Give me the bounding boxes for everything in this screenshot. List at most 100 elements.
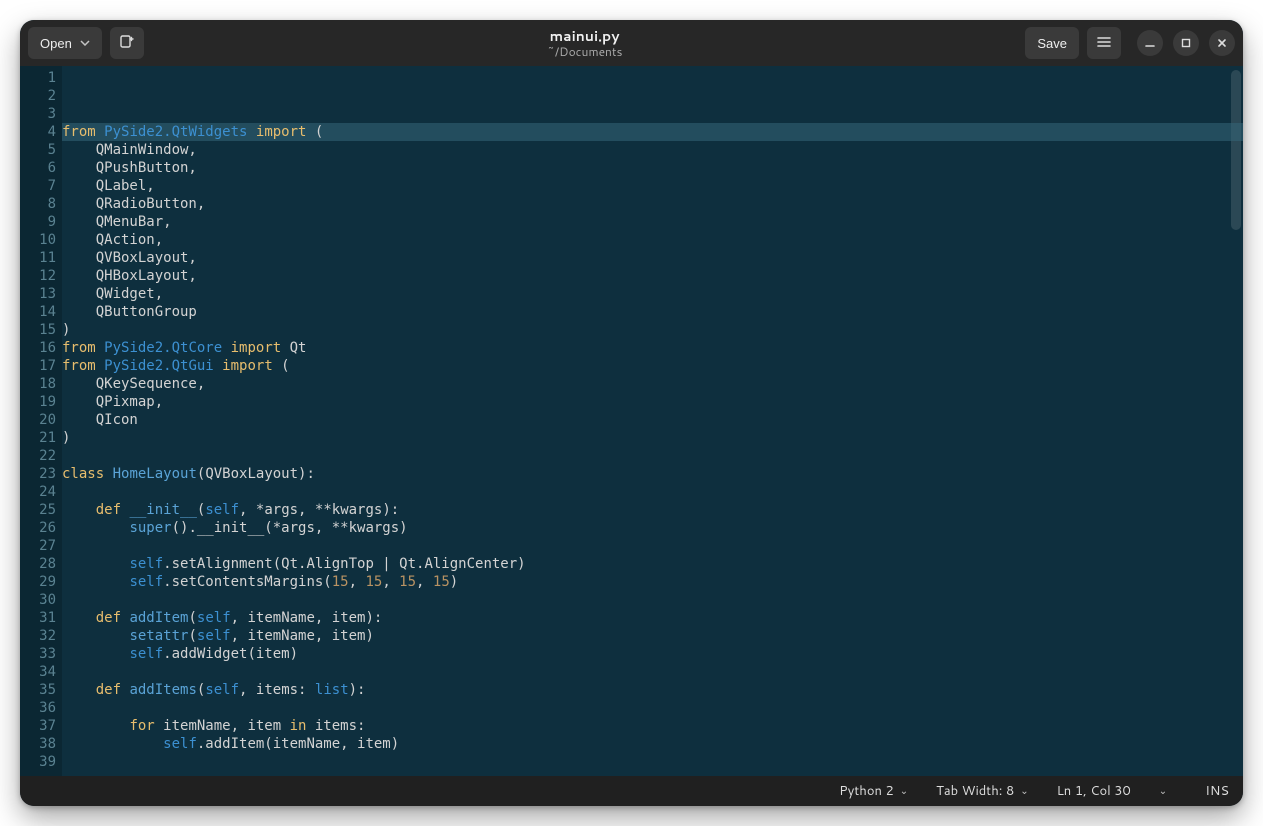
maximize-button[interactable] xyxy=(1173,30,1199,56)
statusbar: Python 2 ⌄ Tab Width: 8 ⌄ Ln 1, Col 30 ⌄… xyxy=(20,776,1243,806)
save-button[interactable]: Save xyxy=(1025,27,1079,59)
code-line[interactable]: self.addItem(itemName, item) xyxy=(62,735,1243,753)
line-number: 14 xyxy=(22,303,56,321)
chevron-down-icon: ⌄ xyxy=(1159,784,1167,798)
title-center: mainui.py ~/Documents xyxy=(152,28,1018,59)
line-number: 26 xyxy=(22,519,56,537)
code-line[interactable]: QRadioButton, xyxy=(62,195,1243,213)
code-line[interactable]: QIcon xyxy=(62,411,1243,429)
open-button[interactable]: Open xyxy=(28,27,102,59)
tabwidth-label: Tab Width: 8 xyxy=(936,782,1014,800)
code-line[interactable]: self.setContentsMargins(15, 15, 15, 15) xyxy=(62,573,1243,591)
line-number: 22 xyxy=(22,447,56,465)
line-number: 7 xyxy=(22,177,56,195)
line-number: 9 xyxy=(22,213,56,231)
cursor-position[interactable]: Ln 1, Col 30 xyxy=(1057,782,1131,800)
code-line[interactable]: self.setAlignment(Qt.AlignTop | Qt.Align… xyxy=(62,555,1243,573)
close-button[interactable] xyxy=(1209,30,1235,56)
chevron-down-icon: ⌄ xyxy=(1020,784,1028,798)
position-label: Ln 1, Col 30 xyxy=(1057,782,1131,800)
code-line[interactable] xyxy=(62,753,1243,771)
line-number-gutter: 1234567891011121314151617181920212223242… xyxy=(20,66,62,776)
code-line[interactable]: class HomeLayout(QVBoxLayout): xyxy=(62,465,1243,483)
code-line[interactable]: QWidget, xyxy=(62,285,1243,303)
code-line[interactable]: from PySide2.QtGui import ( xyxy=(62,357,1243,375)
line-number: 17 xyxy=(22,357,56,375)
new-tab-button[interactable] xyxy=(110,27,144,59)
line-number: 11 xyxy=(22,249,56,267)
line-number: 13 xyxy=(22,285,56,303)
editor-window: Open mainui.py ~/Documents Save xyxy=(20,20,1243,806)
mode-label: INS xyxy=(1205,782,1229,800)
line-number: 21 xyxy=(22,429,56,447)
code-line[interactable]: super().__init__(*args, **kwargs) xyxy=(62,519,1243,537)
minimize-button[interactable] xyxy=(1137,30,1163,56)
code-line[interactable] xyxy=(62,447,1243,465)
line-number: 2 xyxy=(22,87,56,105)
language-selector[interactable]: Python 2 ⌄ xyxy=(839,782,908,800)
code-line[interactable]: from PySide2.QtWidgets import ( xyxy=(62,123,1243,141)
new-tab-icon xyxy=(119,34,135,53)
line-number: 39 xyxy=(22,753,56,771)
window-controls xyxy=(1137,30,1235,56)
editor-area[interactable]: 1234567891011121314151617181920212223242… xyxy=(20,66,1243,776)
code-line[interactable]: QKeySequence, xyxy=(62,375,1243,393)
code-line[interactable] xyxy=(62,699,1243,717)
code-line[interactable]: QPushButton, xyxy=(62,159,1243,177)
line-number: 20 xyxy=(22,411,56,429)
code-line[interactable]: ) xyxy=(62,429,1243,447)
linecol-selector[interactable]: ⌄ xyxy=(1159,784,1167,798)
hamburger-icon xyxy=(1096,34,1112,53)
line-number: 10 xyxy=(22,231,56,249)
window-title: mainui.py xyxy=(152,28,1018,44)
line-number: 1 xyxy=(22,69,56,87)
line-number: 35 xyxy=(22,681,56,699)
code-line[interactable] xyxy=(62,591,1243,609)
code-line[interactable] xyxy=(62,537,1243,555)
line-number: 32 xyxy=(22,627,56,645)
line-number: 23 xyxy=(22,465,56,483)
tabwidth-selector[interactable]: Tab Width: 8 ⌄ xyxy=(936,782,1028,800)
line-number: 36 xyxy=(22,699,56,717)
code-line[interactable]: QAction, xyxy=(62,231,1243,249)
code-line[interactable]: for itemName, item in items: xyxy=(62,717,1243,735)
code-content[interactable]: from PySide2.QtWidgets import ( QMainWin… xyxy=(62,66,1243,776)
code-line[interactable]: ) xyxy=(62,321,1243,339)
line-number: 6 xyxy=(22,159,56,177)
code-line[interactable]: setattr(self, itemName, item) xyxy=(62,627,1243,645)
code-line[interactable]: def __init__(self, *args, **kwargs): xyxy=(62,501,1243,519)
code-line[interactable]: QLabel, xyxy=(62,177,1243,195)
insert-mode[interactable]: INS xyxy=(1205,782,1229,800)
code-line[interactable] xyxy=(62,663,1243,681)
language-label: Python 2 xyxy=(839,782,894,800)
code-line[interactable]: def addItem(self, itemName, item): xyxy=(62,609,1243,627)
line-number: 24 xyxy=(22,483,56,501)
code-line[interactable]: self.addWidget(item) xyxy=(62,645,1243,663)
code-line[interactable] xyxy=(62,483,1243,501)
line-number: 27 xyxy=(22,537,56,555)
line-number: 38 xyxy=(22,735,56,753)
code-line[interactable]: def addItems(self, items: list): xyxy=(62,681,1243,699)
line-number: 15 xyxy=(22,321,56,339)
code-line[interactable]: QPixmap, xyxy=(62,393,1243,411)
chevron-down-icon: ⌄ xyxy=(900,784,908,798)
line-number: 28 xyxy=(22,555,56,573)
code-line[interactable]: QMenuBar, xyxy=(62,213,1243,231)
code-line[interactable]: QButtonGroup xyxy=(62,303,1243,321)
line-number: 25 xyxy=(22,501,56,519)
line-number: 12 xyxy=(22,267,56,285)
line-number: 5 xyxy=(22,141,56,159)
line-number: 19 xyxy=(22,393,56,411)
titlebar: Open mainui.py ~/Documents Save xyxy=(20,20,1243,66)
line-number: 31 xyxy=(22,609,56,627)
code-line[interactable] xyxy=(62,771,1243,776)
line-number: 3 xyxy=(22,105,56,123)
line-number: 34 xyxy=(22,663,56,681)
code-line[interactable]: QVBoxLayout, xyxy=(62,249,1243,267)
code-line[interactable]: QHBoxLayout, xyxy=(62,267,1243,285)
code-line[interactable]: QMainWindow, xyxy=(62,141,1243,159)
line-number: 8 xyxy=(22,195,56,213)
code-line[interactable]: from PySide2.QtCore import Qt xyxy=(62,339,1243,357)
line-number: 4 xyxy=(22,123,56,141)
hamburger-menu-button[interactable] xyxy=(1087,27,1121,59)
